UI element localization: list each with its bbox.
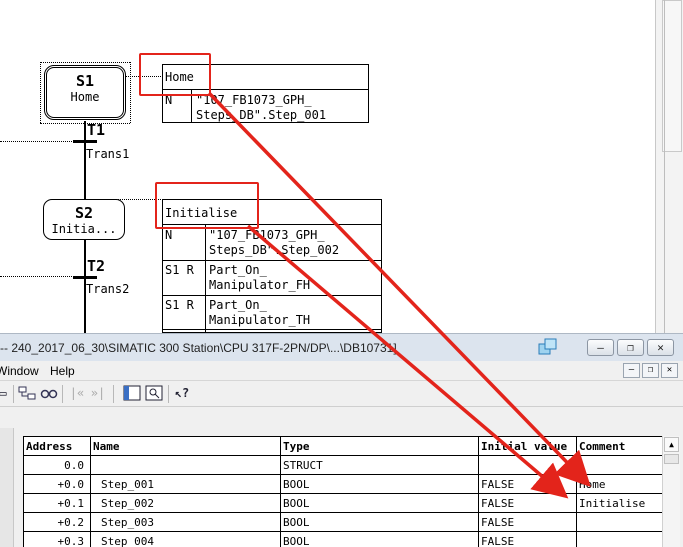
cell-address[interactable]: +0.1 (24, 494, 91, 513)
help-pointer-icon[interactable]: ↖? (173, 385, 191, 402)
cell-name[interactable]: Step_004 (91, 532, 281, 547)
toolbar: ▭ |« »| ↖? (0, 381, 683, 407)
cell-comment[interactable] (577, 532, 663, 547)
cell-type[interactable]: BOOL (281, 532, 479, 547)
cell-comment[interactable]: Initialise (577, 494, 663, 513)
glasses-icon[interactable] (40, 385, 58, 402)
column-header-name[interactable]: Name (91, 437, 281, 456)
declaration-table[interactable]: Address Name Type Initial value Comment … (23, 436, 663, 547)
back-icon[interactable]: |« (68, 385, 86, 402)
cell-address[interactable]: +0.0 (24, 475, 91, 494)
step-s1[interactable]: S1 Home (44, 65, 126, 120)
action-qualifier: N (165, 228, 173, 242)
selection-frame-top (40, 62, 130, 63)
cell-name[interactable]: Step_002 (91, 494, 281, 513)
action-operand: Part_On_ (209, 298, 267, 312)
cell-name[interactable] (91, 456, 281, 475)
highlight-box-home (139, 53, 211, 96)
action-qualifier: S1 R (165, 298, 194, 312)
step-s1-number: S1 (75, 72, 95, 90)
transition-t1-bar[interactable] (73, 140, 97, 143)
layout-icon[interactable] (123, 385, 141, 402)
vertical-scrollbar[interactable]: ▲ (662, 436, 680, 547)
menu-help[interactable]: Help (50, 364, 75, 378)
cell-address[interactable]: 0.0 (24, 456, 91, 475)
cell-type[interactable]: BOOL (281, 494, 479, 513)
selection-frame-right (130, 62, 131, 123)
menu-bar: Window Help ‒ ❐ ✕ (0, 361, 683, 381)
transition-t2-number: T2 (87, 257, 106, 275)
step-s2-number: S2 (74, 204, 94, 222)
cell-address[interactable]: +0.2 (24, 513, 91, 532)
cell-initial-value[interactable]: FALSE (479, 494, 577, 513)
cell-comment[interactable]: Home (577, 475, 663, 494)
transition-t2-bar[interactable] (73, 276, 97, 279)
cell-initial-value[interactable]: FALSE (479, 513, 577, 532)
network-view-icon[interactable] (18, 385, 36, 402)
cell-address[interactable]: +0.3 (24, 532, 91, 547)
toolbar-partial-icon[interactable]: ▭ (0, 385, 12, 402)
window-title: -- 240_2017_06_30\SIMATIC 300 Station\CP… (0, 341, 397, 355)
menu-window[interactable]: Window (0, 364, 39, 378)
scroll-up-icon[interactable]: ▲ (664, 437, 679, 452)
step-s2[interactable]: S2 Initia... (43, 199, 125, 240)
column-header-address[interactable]: Address (24, 437, 91, 456)
selection-frame-left (40, 62, 41, 123)
step-s1-name: Home (70, 90, 100, 104)
editor-right-gutter (655, 0, 683, 333)
row-header-strip (0, 428, 14, 547)
action-operand: "107_FB1073_GPH_ (196, 93, 312, 107)
preview-icon[interactable] (145, 385, 163, 402)
action-operand: Manipulator_TH (209, 313, 311, 327)
forward-icon[interactable]: »| (89, 385, 107, 402)
cell-comment[interactable] (577, 456, 663, 475)
cell-initial-value[interactable]: FALSE (479, 475, 577, 494)
action-operand: Steps_DB".Step_002 (209, 243, 340, 257)
cell-type[interactable]: STRUCT (281, 456, 479, 475)
gutter-scroll-area[interactable] (662, 0, 682, 152)
action-operand: "107_FB1073_GPH_ (209, 228, 325, 242)
close-button[interactable]: ✕ (647, 339, 674, 356)
restore-button[interactable]: ❐ (617, 339, 644, 356)
mdi-minimize-button[interactable]: ‒ (623, 363, 640, 378)
cell-comment[interactable] (577, 513, 663, 532)
column-header-type[interactable]: Type (281, 437, 479, 456)
connector-line (0, 141, 84, 142)
action-qualifier: S1 R (165, 263, 194, 277)
minimize-button[interactable]: ‒ (587, 339, 614, 356)
app-icon (538, 338, 558, 356)
column-header-initial-value[interactable]: Initial value (479, 437, 577, 456)
transition-t2-name: Trans2 (86, 282, 130, 296)
action-operand: Part_On_ (209, 263, 267, 277)
mdi-close-button[interactable]: ✕ (661, 363, 678, 378)
highlight-box-initialise (155, 182, 259, 229)
transition-t1-number: T1 (87, 121, 106, 139)
connector-line (0, 276, 84, 277)
sequence-line (84, 121, 86, 201)
scroll-thumb[interactable] (664, 454, 679, 464)
cell-name[interactable]: Step_003 (91, 513, 281, 532)
column-header-comment[interactable]: Comment (577, 437, 663, 456)
cell-name[interactable]: Step_001 (91, 475, 281, 494)
step-s2-name: Initia... (51, 222, 117, 236)
action-operand: Steps_DB".Step_001 (196, 108, 327, 122)
window-title-bar[interactable]: -- 240_2017_06_30\SIMATIC 300 Station\CP… (0, 333, 683, 361)
cell-initial-value[interactable] (479, 456, 577, 475)
transition-t1-name: Trans1 (86, 147, 130, 161)
action-operand: Manipulator_FH (209, 278, 311, 292)
cell-type[interactable]: BOOL (281, 475, 479, 494)
cell-initial-value[interactable]: FALSE (479, 532, 577, 547)
cell-type[interactable]: BOOL (281, 513, 479, 532)
mdi-restore-button[interactable]: ❐ (642, 363, 659, 378)
